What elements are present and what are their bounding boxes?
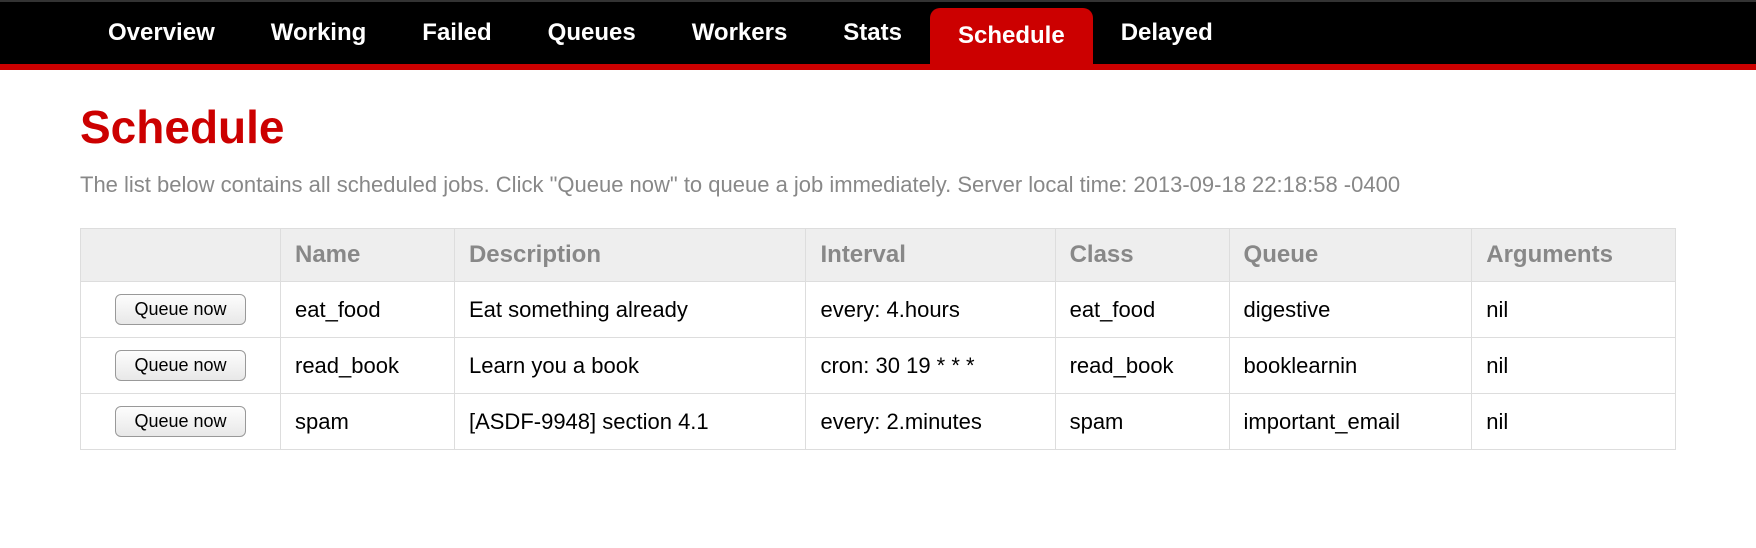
col-header-name: Name xyxy=(281,229,455,282)
cell-description: Eat something already xyxy=(454,282,806,338)
nav-item-working[interactable]: Working xyxy=(243,2,395,64)
cell-action: Queue now xyxy=(81,338,281,394)
page-title: Schedule xyxy=(80,100,1676,154)
cell-class: eat_food xyxy=(1055,282,1229,338)
cell-name: eat_food xyxy=(281,282,455,338)
cell-arguments: nil xyxy=(1472,394,1676,450)
col-header-interval: Interval xyxy=(806,229,1055,282)
table-row: Queue now spam [ASDF-9948] section 4.1 e… xyxy=(81,394,1676,450)
nav-item-queues[interactable]: Queues xyxy=(520,2,664,64)
queue-now-button[interactable]: Queue now xyxy=(115,406,245,437)
cell-action: Queue now xyxy=(81,282,281,338)
content-container: Schedule The list below contains all sch… xyxy=(0,70,1756,480)
nav-item-delayed[interactable]: Delayed xyxy=(1093,2,1241,64)
nav-item-overview[interactable]: Overview xyxy=(80,2,243,64)
cell-class: read_book xyxy=(1055,338,1229,394)
cell-queue: digestive xyxy=(1229,282,1472,338)
col-header-class: Class xyxy=(1055,229,1229,282)
cell-interval: every: 2.minutes xyxy=(806,394,1055,450)
cell-arguments: nil xyxy=(1472,338,1676,394)
cell-action: Queue now xyxy=(81,394,281,450)
queue-now-button[interactable]: Queue now xyxy=(115,294,245,325)
main-nav: Overview Working Failed Queues Workers S… xyxy=(0,0,1756,70)
schedule-table: Name Description Interval Class Queue Ar… xyxy=(80,228,1676,450)
nav-item-workers[interactable]: Workers xyxy=(664,2,816,64)
cell-name: spam xyxy=(281,394,455,450)
col-header-description: Description xyxy=(454,229,806,282)
cell-arguments: nil xyxy=(1472,282,1676,338)
table-header-row: Name Description Interval Class Queue Ar… xyxy=(81,229,1676,282)
cell-interval: cron: 30 19 * * * xyxy=(806,338,1055,394)
col-header-queue: Queue xyxy=(1229,229,1472,282)
table-row: Queue now read_book Learn you a book cro… xyxy=(81,338,1676,394)
page-description: The list below contains all scheduled jo… xyxy=(80,172,1676,198)
table-row: Queue now eat_food Eat something already… xyxy=(81,282,1676,338)
nav-item-failed[interactable]: Failed xyxy=(394,2,519,64)
cell-description: Learn you a book xyxy=(454,338,806,394)
cell-name: read_book xyxy=(281,338,455,394)
col-header-arguments: Arguments xyxy=(1472,229,1676,282)
cell-description: [ASDF-9948] section 4.1 xyxy=(454,394,806,450)
col-header-action xyxy=(81,229,281,282)
queue-now-button[interactable]: Queue now xyxy=(115,350,245,381)
cell-queue: booklearnin xyxy=(1229,338,1472,394)
cell-class: spam xyxy=(1055,394,1229,450)
nav-item-schedule[interactable]: Schedule xyxy=(930,8,1093,64)
nav-item-stats[interactable]: Stats xyxy=(815,2,930,64)
cell-queue: important_email xyxy=(1229,394,1472,450)
cell-interval: every: 4.hours xyxy=(806,282,1055,338)
